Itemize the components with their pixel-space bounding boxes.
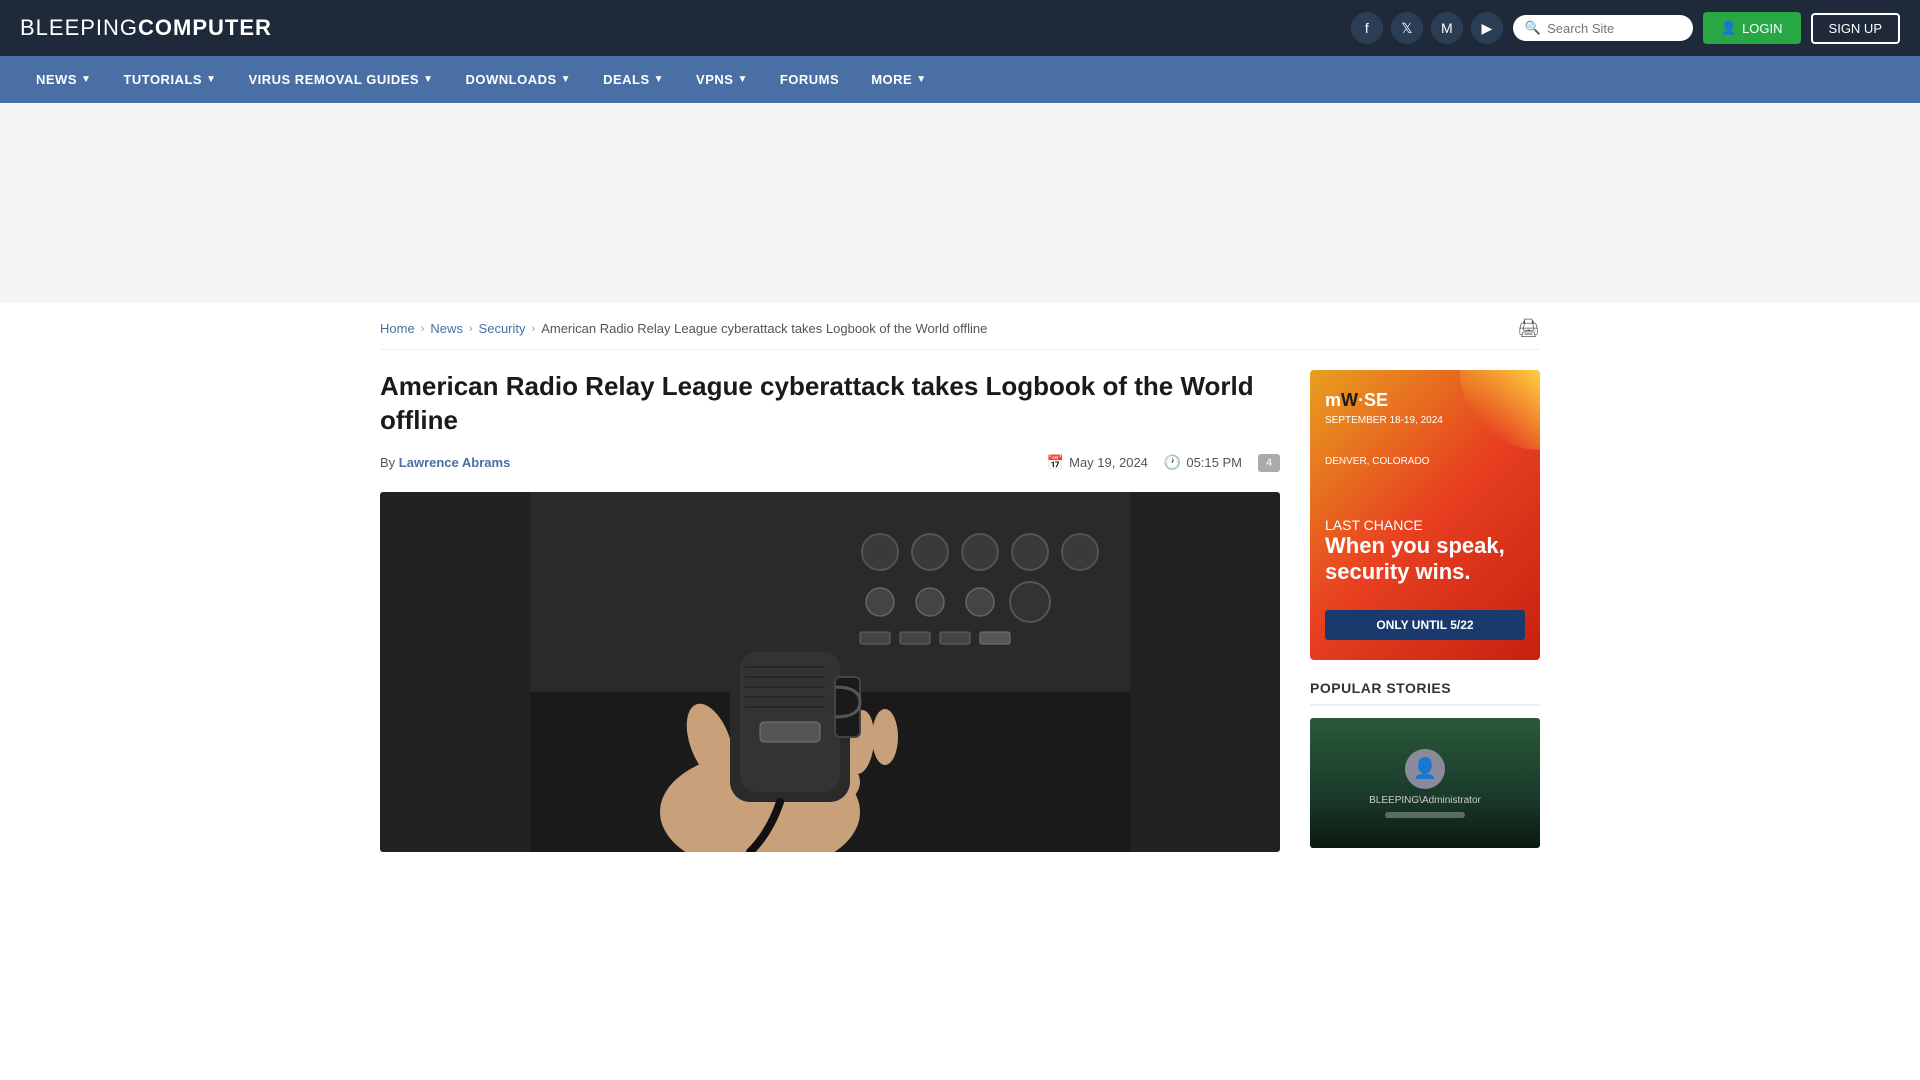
breadcrumb: Home › News › Security › American Radio … <box>380 321 987 336</box>
nav-item-downloads[interactable]: DOWNLOADS ▼ <box>449 56 587 103</box>
breadcrumb-security[interactable]: Security <box>479 321 526 336</box>
ad-cta-button[interactable]: ONLY UNTIL 5/22 <box>1325 610 1525 640</box>
calendar-icon: 📅 <box>1047 454 1064 471</box>
date-text: May 19, 2024 <box>1069 455 1148 470</box>
login-username: BLEEPING\Administrator <box>1369 795 1481 806</box>
search-icon: 🔍 <box>1525 20 1541 36</box>
login-password-bar <box>1385 812 1465 818</box>
mastodon-icon[interactable]: M <box>1431 12 1463 44</box>
article-time: 🕐 05:15 PM <box>1164 454 1242 471</box>
article-date: 📅 May 19, 2024 <box>1047 454 1148 471</box>
site-header: BLEEPINGCOMPUTER f 𝕏 M ▶ 🔍 👤 LOGIN SIGN … <box>0 0 1920 56</box>
breadcrumb-sep-1: › <box>421 323 425 335</box>
article-sidebar: mW·SE SEPTEMBER 18-19, 2024 DENVER, COLO… <box>1310 370 1540 848</box>
popular-story-image[interactable]: 👤 BLEEPING\Administrator <box>1310 718 1540 848</box>
print-icon[interactable]: 🖨 <box>1517 318 1540 339</box>
breadcrumb-sep-2: › <box>469 323 473 335</box>
comment-bubble-icon: 4 <box>1258 454 1280 472</box>
search-bar: 🔍 <box>1513 15 1693 41</box>
header-right: f 𝕏 M ▶ 🔍 👤 LOGIN SIGN UP <box>1351 12 1900 44</box>
signup-label: SIGN UP <box>1829 21 1882 36</box>
user-icon: 👤 <box>1721 20 1737 36</box>
login-label: LOGIN <box>1742 21 1782 36</box>
popular-stories: POPULAR STORIES 👤 BLEEPING\Administrator <box>1310 680 1540 848</box>
search-input[interactable] <box>1547 21 1681 36</box>
login-avatar: 👤 <box>1405 749 1445 789</box>
main-nav: NEWS ▼ TUTORIALS ▼ VIRUS REMOVAL GUIDES … <box>0 56 1920 103</box>
nav-item-forums[interactable]: FORUMS <box>764 56 855 103</box>
login-button[interactable]: 👤 LOGIN <box>1703 12 1801 44</box>
logo-bold: COMPUTER <box>138 15 272 40</box>
author-byline: By Lawrence Abrams <box>380 455 510 470</box>
ad-location: DENVER, COLORADO <box>1325 456 1525 467</box>
top-ad-banner <box>0 103 1920 303</box>
article-image-svg <box>380 492 1280 852</box>
breadcrumb-sep-3: › <box>532 323 536 335</box>
clock-icon: 🕐 <box>1164 454 1181 471</box>
breadcrumb-home[interactable]: Home <box>380 321 415 336</box>
breadcrumb-section: Home › News › Security › American Radio … <box>380 303 1540 350</box>
twitter-icon[interactable]: 𝕏 <box>1391 12 1423 44</box>
nav-item-virus[interactable]: VIRUS REMOVAL GUIDES ▼ <box>232 56 449 103</box>
nav-item-deals[interactable]: DEALS ▼ <box>587 56 680 103</box>
social-icons: f 𝕏 M ▶ <box>1351 12 1503 44</box>
sidebar-ad[interactable]: mW·SE SEPTEMBER 18-19, 2024 DENVER, COLO… <box>1310 370 1540 660</box>
nav-arrow-deals: ▼ <box>654 74 664 85</box>
main-container: Home › News › Security › American Radio … <box>360 303 1560 852</box>
nav-arrow-more: ▼ <box>916 74 926 85</box>
time-text: 05:15 PM <box>1186 455 1242 470</box>
ad-logo-wise: W <box>1341 390 1358 410</box>
nav-arrow-virus: ▼ <box>423 74 433 85</box>
popular-stories-title: POPULAR STORIES <box>1310 680 1540 706</box>
facebook-icon[interactable]: f <box>1351 12 1383 44</box>
site-logo[interactable]: BLEEPINGCOMPUTER <box>20 15 272 41</box>
comment-count: 4 <box>1258 454 1280 472</box>
nav-arrow-news: ▼ <box>81 74 91 85</box>
breadcrumb-news[interactable]: News <box>430 321 463 336</box>
nav-arrow-vpns: ▼ <box>737 74 747 85</box>
article-main: American Radio Relay League cyberattack … <box>380 370 1280 852</box>
ad-headline1: LAST CHANCE <box>1325 517 1525 533</box>
nav-item-vpns[interactable]: VPNS ▼ <box>680 56 764 103</box>
signup-button[interactable]: SIGN UP <box>1811 13 1900 44</box>
nav-arrow-tutorials: ▼ <box>206 74 216 85</box>
nav-item-more[interactable]: MORE ▼ <box>855 56 942 103</box>
comment-number: 4 <box>1266 457 1272 469</box>
youtube-icon[interactable]: ▶ <box>1471 12 1503 44</box>
nav-item-tutorials[interactable]: TUTORIALS ▼ <box>107 56 232 103</box>
logo-light: BLEEPING <box>20 15 138 40</box>
nav-arrow-downloads: ▼ <box>561 74 571 85</box>
nav-item-news[interactable]: NEWS ▼ <box>20 56 107 103</box>
breadcrumb-current: American Radio Relay League cyberattack … <box>541 321 987 336</box>
ad-headline2: When you speak, security wins. <box>1325 533 1525 586</box>
article-hero-image <box>380 492 1280 852</box>
login-screen-mockup: 👤 BLEEPING\Administrator <box>1369 749 1481 818</box>
meta-right: 📅 May 19, 2024 🕐 05:15 PM 4 <box>1047 454 1280 472</box>
article-title: American Radio Relay League cyberattack … <box>380 370 1280 438</box>
article-layout: American Radio Relay League cyberattack … <box>380 370 1540 852</box>
article-meta: By Lawrence Abrams 📅 May 19, 2024 🕐 05:1… <box>380 454 1280 472</box>
author-link[interactable]: Lawrence Abrams <box>399 455 511 470</box>
